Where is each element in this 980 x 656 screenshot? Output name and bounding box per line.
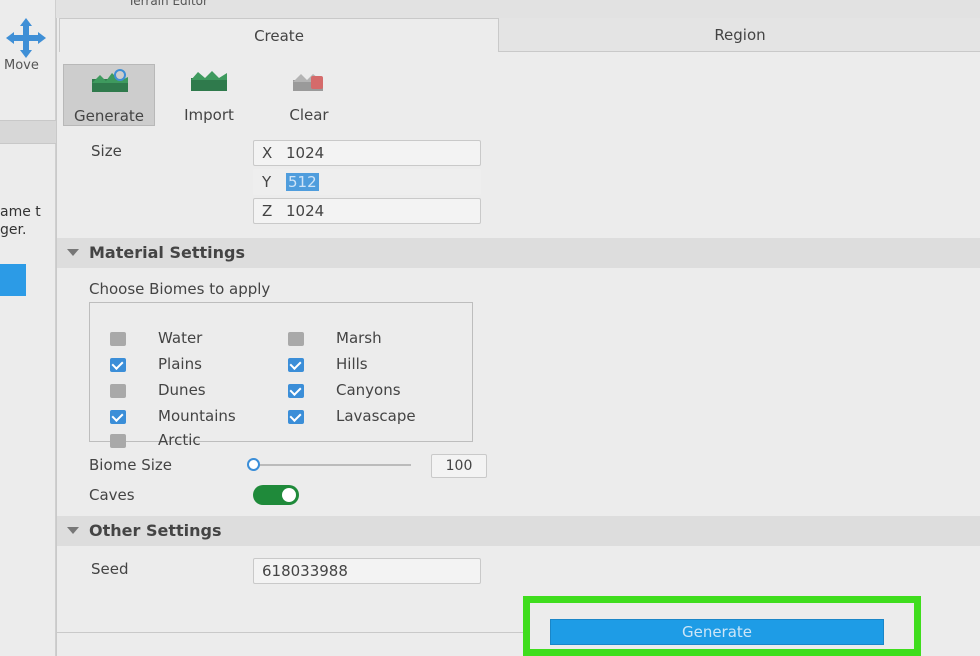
import-terrain-icon (191, 71, 227, 91)
size-y-value: 512 (286, 173, 319, 191)
import-tool-label: Import (184, 106, 234, 124)
divider (57, 632, 527, 633)
biome-label: Water (158, 329, 203, 347)
generate-tool-button[interactable]: Generate (63, 64, 155, 126)
tab-region[interactable]: Region (499, 18, 980, 52)
checkbox[interactable] (288, 410, 304, 424)
clear-tool-label: Clear (289, 106, 329, 124)
other-settings-title: Other Settings (89, 521, 222, 540)
biome-label: Canyons (336, 381, 401, 399)
background-text: ame t (0, 204, 41, 220)
clear-terrain-icon (293, 74, 323, 91)
terrain-editor-panel: Create Region Generate Import Clear Size… (56, 18, 980, 656)
biome-label: Mountains (158, 407, 236, 425)
tab-bar: Create Region (57, 18, 980, 52)
generate-button[interactable]: Generate (550, 619, 884, 645)
checkbox[interactable] (288, 358, 304, 372)
generate-button-highlight: Generate (523, 596, 921, 656)
biome-size-label: Biome Size (89, 456, 173, 474)
biome-label: Plains (158, 355, 202, 373)
background-band (0, 120, 56, 144)
caves-toggle[interactable] (253, 485, 299, 505)
import-tool-button[interactable]: Import (163, 64, 255, 126)
tab-create[interactable]: Create (59, 18, 499, 52)
generate-tool-label: Generate (73, 107, 145, 125)
other-settings-header[interactable]: Other Settings (57, 516, 980, 546)
size-label: Size (91, 142, 122, 160)
checkbox[interactable] (110, 332, 126, 346)
checkbox[interactable] (110, 384, 126, 398)
material-settings-header[interactable]: Material Settings (57, 238, 980, 268)
move-icon (6, 18, 46, 58)
checkbox[interactable] (110, 358, 126, 372)
material-settings-title: Material Settings (89, 243, 245, 262)
size-x-value: 1024 (286, 144, 325, 162)
axis-label: Y (262, 173, 272, 191)
biome-label: Arctic (158, 431, 201, 449)
background-text: ger. (0, 222, 27, 238)
biome-label: Marsh (336, 329, 382, 347)
axis-label: X (262, 144, 273, 162)
background-blue-button[interactable] (0, 264, 26, 296)
biome-size-input[interactable]: 100 (431, 454, 487, 478)
window-title-bar: Terrain Editor (56, 0, 980, 20)
size-y-field[interactable]: Y 512 (253, 169, 481, 195)
checkbox[interactable] (288, 332, 304, 346)
biome-label: Lavascape (336, 407, 416, 425)
size-z-field[interactable]: Z 1024 (253, 198, 481, 224)
checkbox[interactable] (110, 410, 126, 424)
axis-label: Z (262, 202, 273, 220)
biome-size-slider-track[interactable] (253, 464, 411, 466)
generate-terrain-icon (92, 69, 128, 92)
seed-input[interactable]: 618033988 (253, 558, 481, 584)
biomes-label: Choose Biomes to apply (89, 280, 271, 298)
size-x-field[interactable]: X 1024 (253, 140, 481, 166)
caves-label: Caves (89, 486, 135, 504)
studio-background-strip: Move ame t ger. (0, 0, 56, 656)
seed-label: Seed (91, 560, 129, 578)
size-z-value: 1024 (286, 202, 325, 220)
biome-label: Hills (336, 355, 368, 373)
move-label: Move (4, 58, 39, 73)
checkbox[interactable] (288, 384, 304, 398)
collapse-triangle-icon (67, 527, 79, 534)
biome-label: Dunes (158, 381, 206, 399)
checkbox[interactable] (110, 434, 126, 448)
toggle-knob (282, 488, 296, 502)
clear-tool-button[interactable]: Clear (263, 64, 355, 126)
move-tool-button[interactable]: Move (0, 0, 56, 80)
window-title: Terrain Editor (128, 0, 208, 8)
biome-size-slider-thumb[interactable] (247, 458, 260, 471)
biome-list: Water Marsh Plains Hills Dunes Canyons M… (89, 302, 473, 449)
collapse-triangle-icon (67, 249, 79, 256)
